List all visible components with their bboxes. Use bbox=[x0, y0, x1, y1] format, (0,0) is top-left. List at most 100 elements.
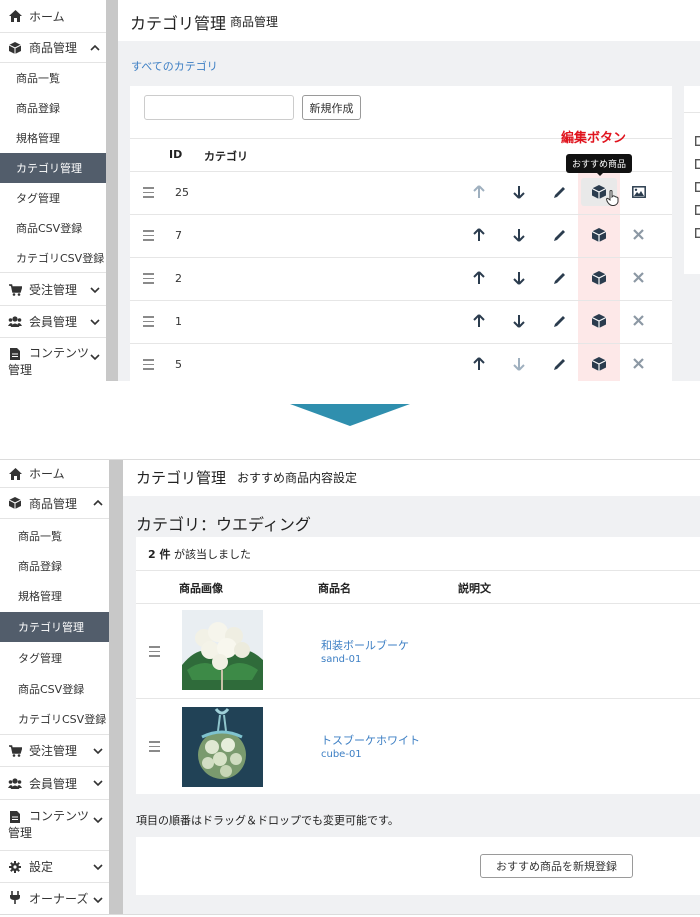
sidebar-item-spec[interactable]: 規格管理 bbox=[0, 581, 109, 611]
column-header-name: 商品名 bbox=[318, 582, 351, 595]
checkbox-icon[interactable] bbox=[695, 136, 700, 146]
sidebar-scrollbar[interactable] bbox=[106, 0, 118, 381]
sidebar-item-members[interactable]: 会員管理 bbox=[0, 767, 109, 800]
close-icon[interactable] bbox=[633, 229, 644, 240]
table-row[interactable]: 1 bbox=[130, 301, 672, 343]
product-name-link[interactable]: 和装ボールブーケ bbox=[321, 637, 409, 653]
sidebar-item-category-csv[interactable]: カテゴリCSV登録 bbox=[0, 704, 109, 735]
drag-handle-icon[interactable] bbox=[149, 646, 160, 660]
product-image-wafu-bouquet bbox=[182, 610, 263, 690]
sidebar-item-label: 商品一覧 bbox=[16, 72, 60, 85]
sidebar-item-label: ホーム bbox=[29, 467, 65, 481]
pencil-icon[interactable] bbox=[553, 314, 567, 328]
drag-handle-icon[interactable] bbox=[143, 273, 154, 287]
arrow-down-icon[interactable] bbox=[513, 185, 525, 199]
drag-handle-icon[interactable] bbox=[143, 359, 154, 373]
sidebar-item-product-register[interactable]: 商品登録 bbox=[0, 551, 109, 581]
drag-handle-icon[interactable] bbox=[149, 741, 160, 755]
drag-handle-icon[interactable] bbox=[143, 230, 154, 244]
category-name-input[interactable] bbox=[144, 95, 294, 120]
sidebar-item-home[interactable]: ホーム bbox=[0, 0, 106, 33]
cube-icon bbox=[8, 41, 22, 55]
table-row[interactable]: 7 bbox=[130, 215, 672, 257]
sidebar-item-product-list[interactable]: 商品一覧 bbox=[0, 63, 106, 93]
sidebar-item-label: コンテンツ bbox=[29, 809, 90, 823]
table-row[interactable]: 5 bbox=[130, 344, 672, 381]
sidebar-item-orders[interactable]: 受注管理 bbox=[0, 735, 109, 767]
sidebar-item-settings[interactable]: 設定 bbox=[0, 851, 109, 883]
pencil-icon[interactable] bbox=[553, 185, 567, 199]
close-icon[interactable] bbox=[633, 315, 644, 326]
breadcrumb-all-categories[interactable]: すべてのカテゴリ bbox=[131, 58, 218, 74]
sidebar-item-orders[interactable]: 受注管理 bbox=[0, 274, 106, 306]
product-name-link[interactable]: トスブーケホワイト bbox=[321, 732, 420, 748]
sidebar-item-product-list[interactable]: 商品一覧 bbox=[0, 520, 109, 551]
cube-icon[interactable] bbox=[592, 271, 606, 285]
sidebar-scrollbar[interactable] bbox=[109, 460, 123, 914]
chevron-down-icon bbox=[90, 318, 100, 325]
product-code: cube-01 bbox=[321, 749, 362, 760]
sidebar-item-tag[interactable]: タグ管理 bbox=[0, 642, 109, 673]
pencil-icon[interactable] bbox=[553, 271, 567, 285]
arrow-up-icon[interactable] bbox=[473, 271, 485, 285]
arrow-down-icon[interactable] bbox=[513, 314, 525, 328]
arrow-up-icon[interactable] bbox=[473, 314, 485, 328]
sidebar-item-owners[interactable]: オーナーズ bbox=[0, 883, 109, 914]
sidebar-item-home[interactable]: ホーム bbox=[0, 460, 109, 488]
table-row[interactable]: 2 bbox=[130, 258, 672, 300]
arrow-up-icon[interactable] bbox=[473, 357, 485, 371]
pencil-icon[interactable] bbox=[553, 228, 567, 242]
users-icon bbox=[8, 776, 22, 790]
sidebar-item-category-csv[interactable]: カテゴリCSV登録 bbox=[0, 243, 106, 273]
drag-handle-icon[interactable] bbox=[143, 187, 154, 201]
chevron-down-icon bbox=[93, 817, 103, 824]
sidebar-item-label: 規格管理 bbox=[18, 590, 62, 603]
sidebar-item-category[interactable]: カテゴリ管理 bbox=[0, 153, 106, 183]
sidebar-item-spec[interactable]: 規格管理 bbox=[0, 123, 106, 153]
sidebar-item-products[interactable]: 商品管理 bbox=[0, 33, 106, 63]
pencil-icon[interactable] bbox=[553, 357, 567, 371]
cube-icon[interactable] bbox=[592, 185, 606, 199]
image-icon[interactable] bbox=[632, 186, 646, 198]
checkbox-icon[interactable] bbox=[695, 159, 700, 169]
sidebar-item-members[interactable]: 会員管理 bbox=[0, 306, 106, 338]
arrow-down-icon[interactable] bbox=[513, 357, 525, 371]
cube-icon[interactable] bbox=[592, 357, 606, 371]
checkbox-icon[interactable] bbox=[695, 182, 700, 192]
recommended-products-card: 2 件 が該当しました 商品画像 商品名 説明文 和装ボールブーケ sand-0… bbox=[136, 537, 700, 794]
sidebar-item-product-csv[interactable]: 商品CSV登録 bbox=[0, 673, 109, 704]
arrow-up-icon[interactable] bbox=[473, 228, 485, 242]
sidebar-item-contents[interactable]: コンテンツ 管理 bbox=[0, 338, 106, 381]
home-icon bbox=[8, 9, 22, 23]
cube-icon[interactable] bbox=[592, 314, 606, 328]
table-row[interactable]: 25 bbox=[130, 172, 672, 214]
checkbox-icon[interactable] bbox=[695, 228, 700, 238]
checkbox-icon[interactable] bbox=[695, 205, 700, 215]
document-icon bbox=[8, 347, 22, 361]
category-heading: カテゴリ：ウエディング bbox=[136, 515, 311, 534]
drag-drop-note: 項目の順番はドラッグ＆ドロップでも変更可能です。 bbox=[136, 814, 399, 827]
chevron-down-icon bbox=[90, 354, 100, 361]
table-row[interactable]: 和装ボールブーケ sand-01 bbox=[136, 604, 700, 698]
column-header-id: ID bbox=[169, 148, 183, 161]
chevron-down-icon bbox=[90, 286, 100, 293]
sidebar-item-label: 規格管理 bbox=[16, 132, 60, 145]
sidebar-item-contents[interactable]: コンテンツ 管理 bbox=[0, 800, 109, 851]
column-header-category: カテゴリ bbox=[204, 150, 248, 163]
arrow-up-icon[interactable] bbox=[473, 185, 485, 199]
arrow-down-icon[interactable] bbox=[513, 228, 525, 242]
close-icon[interactable] bbox=[633, 272, 644, 283]
sidebar-item-category[interactable]: カテゴリ管理 bbox=[0, 612, 109, 642]
sidebar-item-tag[interactable]: タグ管理 bbox=[0, 183, 106, 213]
cube-icon[interactable] bbox=[592, 228, 606, 242]
sidebar-item-products[interactable]: 商品管理 bbox=[0, 488, 109, 519]
register-recommended-button[interactable]: おすすめ商品を新規登録 bbox=[480, 854, 633, 878]
cart-icon bbox=[8, 744, 22, 758]
new-category-button[interactable]: 新規作成 bbox=[302, 95, 361, 120]
sidebar-item-product-register[interactable]: 商品登録 bbox=[0, 93, 106, 123]
table-row[interactable]: トスブーケホワイト cube-01 bbox=[136, 699, 700, 794]
sidebar-item-product-csv[interactable]: 商品CSV登録 bbox=[0, 213, 106, 243]
arrow-down-icon[interactable] bbox=[513, 271, 525, 285]
close-icon[interactable] bbox=[633, 358, 644, 369]
drag-handle-icon[interactable] bbox=[143, 316, 154, 330]
